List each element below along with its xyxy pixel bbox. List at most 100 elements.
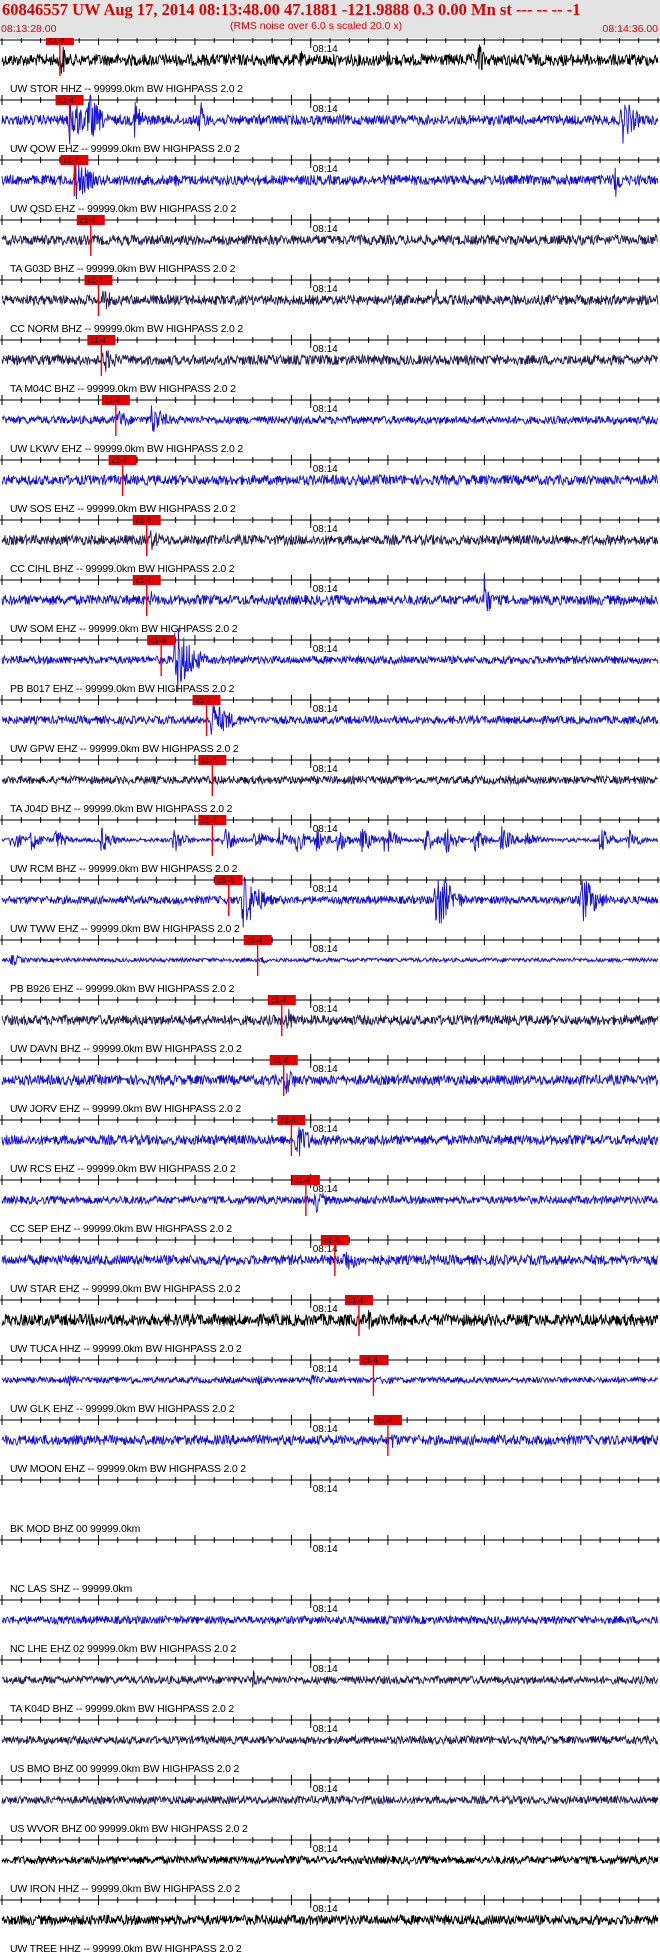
station-label: TA J04D BHZ -- 99999.0km BW HIGHPASS 2.0… (10, 803, 233, 815)
station-label: US WVOR BHZ 00 99999.0km BW HIGHPASS 2.0… (10, 1823, 248, 1835)
pick-label: c1-4 (150, 636, 166, 645)
plot-header: 60846557 UW Aug 17, 2014 08:13:48.00 47.… (0, 0, 660, 38)
station-label: CC CIHL BHZ -- 99999.0km BW HIGHPASS 2.0… (10, 563, 235, 575)
minute-tick-label: 08:14 (313, 344, 338, 355)
rms-note: (RMS noise over 6.0 s scaled 20.0 x) (230, 20, 403, 32)
pick-label: c1-4 (136, 576, 152, 585)
pick-label: c1-4 (247, 936, 263, 945)
minute-tick-label: 08:14 (313, 1124, 338, 1135)
station-label: UW TWW EHZ -- 99999.0km BW HIGHPASS 2.0 … (10, 923, 240, 935)
pick-label: c1-4 (348, 1296, 364, 1305)
end-time-label: 08:14:36.00 (602, 23, 658, 35)
pick-label: c1-4 (105, 396, 121, 405)
waveform-trace (1, 1070, 659, 1094)
minute-tick-label: 08:14 (313, 44, 338, 55)
station-label: UW QOW EHZ -- 99999.0km BW HIGHPASS 2.0 … (10, 143, 240, 155)
minute-tick-label: 08:14 (313, 884, 338, 895)
minute-tick-label: 08:14 (313, 584, 338, 595)
minute-tick-label: 08:14 (313, 164, 338, 175)
station-label: UW QSD EHZ -- 99999.0km BW HIGHPASS 2.0 … (10, 203, 237, 215)
station-label: UW GLK EHZ -- 99999.0km BW HIGHPASS 2.0 … (10, 1403, 235, 1415)
minute-tick-label: 08:14 (313, 1184, 338, 1195)
minute-tick-label: 08:14 (313, 644, 338, 655)
station-label: UW RCM BHZ -- 99999.0km BW HIGHPASS 2.0 … (10, 863, 238, 875)
minute-tick-label: 08:14 (313, 284, 338, 295)
station-label: UW DAVN BHZ -- 99999.0km BW HIGHPASS 2.0… (10, 1043, 242, 1055)
minute-tick-label: 08:14 (313, 404, 338, 415)
station-label: UW STOR HHZ -- 99999.0km BW HIGHPASS 2.0… (10, 83, 243, 95)
pick-label: c1-4 (218, 876, 234, 885)
minute-tick-label: 08:14 (313, 1004, 338, 1015)
station-label: TA G03D BHZ -- 99999.0km BW HIGHPASS 2.0… (10, 263, 236, 275)
waveform-trace (1, 233, 659, 247)
pick-label: c1-4 (112, 456, 128, 465)
seismogram-plot: 08:14 UW STOR HHZ -- 99999.0km BW HIGHPAS… (0, 38, 660, 1955)
waveform-trace (1, 473, 659, 487)
station-label: PB B017 EHZ -- 99999.0km BW HIGHPASS 2.0… (10, 683, 235, 695)
station-label: CC NORM BHZ -- 99999.0km BW HIGHPASS 2.0… (10, 323, 243, 335)
station-label: UW SOM EHZ -- 99999.0km BW HIGHPASS 2.0 … (10, 623, 238, 635)
minute-tick-label: 08:14 (313, 1424, 338, 1435)
waveform-trace (1, 954, 659, 967)
minute-tick-label: 08:14 (313, 1064, 338, 1075)
pick-label: c1-4 (59, 96, 75, 105)
station-label: UW JORV EHZ -- 99999.0km BW HIGHPASS 2.0… (10, 1103, 241, 1115)
station-label: CC SEP EHZ -- 99999.0km BW HIGHPASS 2.0 … (10, 1223, 232, 1235)
station-label: UW LKWV EHZ -- 99999.0km BW HIGHPASS 2.0… (10, 443, 243, 455)
event-title: 60846557 UW Aug 17, 2014 08:13:48.00 47.… (2, 0, 581, 19)
minute-tick-label: 08:14 (313, 524, 338, 535)
station-label: UW SOS EHZ -- 99999.0km BW HIGHPASS 2.0 … (10, 503, 236, 515)
minute-tick-label: 08:14 (313, 1904, 338, 1915)
pick-label: c1-4 (80, 216, 96, 225)
pick-label: c1-4 (49, 38, 65, 45)
station-label: UW RCS EHZ -- 99999.0km BW HIGHPASS 2.0 … (10, 1163, 236, 1175)
minute-tick-label: 08:14 (313, 1664, 338, 1675)
station-label: NC LAS SHZ -- 99999.0km (10, 1583, 132, 1595)
minute-tick-label: 08:14 (313, 1844, 338, 1855)
waveform-trace (1, 1734, 659, 1746)
station-label: TA K04D BHZ -- 99999.0km BW HIGHPASS 2.0… (10, 1703, 234, 1715)
pick-label: c1-4 (377, 1416, 393, 1425)
start-time-label: 08:13:28.00 (1, 23, 57, 35)
waveform-trace (1, 1193, 659, 1214)
pick-label: c1-4 (63, 156, 79, 165)
minute-tick-label: 08:14 (313, 464, 338, 475)
waveform-trace (1, 1794, 659, 1806)
station-label: UW MOON EHZ -- 99999.0km BW HIGHPASS 2.0… (10, 1463, 246, 1475)
waveform-trace (1, 1614, 659, 1626)
waveform-trace (1, 1374, 659, 1386)
station-label: BK MOD BHZ 00 99999.0km (10, 1523, 141, 1535)
pick-label: c1-4 (201, 756, 217, 765)
station-label: US BMO BHZ 00 99999.0km BW HIGHPASS 2.0 … (10, 1763, 239, 1775)
pick-label: c1-4 (362, 1356, 378, 1365)
waveform-trace (1, 774, 659, 786)
minute-tick-label: 08:14 (313, 944, 338, 955)
minute-tick-label: 08:14 (313, 104, 338, 115)
station-label: TA M04C BHZ -- 99999.0km BW HIGHPASS 2.0… (10, 383, 236, 395)
minute-tick-label: 08:14 (313, 1724, 338, 1735)
pick-label: c1-4 (295, 1176, 311, 1185)
pick-label: c1-4 (90, 336, 106, 345)
station-label: PB B926 EHZ -- 99999.0km BW HIGHPASS 2.0… (10, 983, 235, 995)
station-label: UW TREE HHZ -- 99999.0km BW HIGHPASS 2.0… (10, 1943, 242, 1955)
minute-tick-label: 08:14 (313, 1544, 338, 1555)
minute-tick-label: 08:14 (313, 764, 338, 775)
waveform-trace (1, 1913, 659, 1927)
station-label: UW IRON HHZ -- 99999.0km BW HIGHPASS 2.0… (10, 1883, 240, 1895)
minute-tick-label: 08:14 (313, 1304, 338, 1315)
station-label: UW STAR EHZ -- 99999.0km BW HIGHPASS 2.0… (10, 1283, 241, 1295)
waveform-trace (1, 1433, 659, 1449)
minute-tick-label: 08:14 (313, 1604, 338, 1615)
pick-label: c1-4 (201, 816, 217, 825)
minute-tick-label: 08:14 (313, 1364, 338, 1375)
station-label: UW GPW EHZ -- 99999.0km BW HIGHPASS 2.0 … (10, 743, 239, 755)
pick-label: c1-4 (271, 996, 287, 1005)
pick-label: c1-4 (324, 1236, 340, 1245)
pick-label: c1-4 (280, 1116, 296, 1125)
pick-label: c1-4 (87, 276, 103, 285)
minute-tick-label: 08:14 (313, 224, 338, 235)
minute-tick-label: 08:14 (313, 1784, 338, 1795)
pick-label: c1-4 (136, 516, 152, 525)
pick-label: c1-4 (196, 696, 212, 705)
pick-label: c1-4 (273, 1056, 289, 1065)
